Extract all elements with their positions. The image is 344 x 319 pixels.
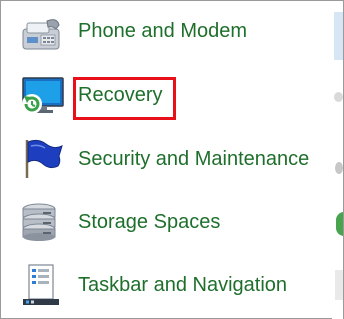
partial-icon [334, 92, 343, 102]
control-panel-item-taskbar-and-navigation[interactable]: Taskbar and Navigation [1, 253, 331, 315]
partial-icon [335, 162, 343, 174]
partial-icon [334, 12, 343, 60]
control-panel-item-label[interactable]: Phone and Modem [78, 20, 247, 43]
control-panel-item-label[interactable]: Taskbar and Navigation [78, 274, 287, 297]
partial-icon [336, 212, 343, 236]
control-panel-item-storage-spaces[interactable]: Storage Spaces [1, 190, 331, 252]
recovery-highlight-box [73, 77, 176, 120]
security-flag-icon [17, 134, 65, 182]
next-column-edge [332, 2, 343, 319]
control-panel-item-label[interactable]: Security and Maintenance [78, 148, 309, 171]
phone-modem-icon [17, 9, 65, 57]
taskbar-navigation-icon [17, 261, 65, 309]
control-panel-item-phone-and-modem[interactable]: Phone and Modem [1, 1, 331, 63]
partial-icon [335, 270, 343, 300]
storage-spaces-icon [17, 197, 65, 245]
control-panel-item-label[interactable]: Storage Spaces [78, 211, 220, 234]
recovery-icon [17, 72, 65, 120]
control-panel-item-security-and-maintenance[interactable]: Security and Maintenance [1, 127, 331, 189]
control-panel-list: Phone and Modem Recovery Security and Ma… [0, 0, 344, 319]
